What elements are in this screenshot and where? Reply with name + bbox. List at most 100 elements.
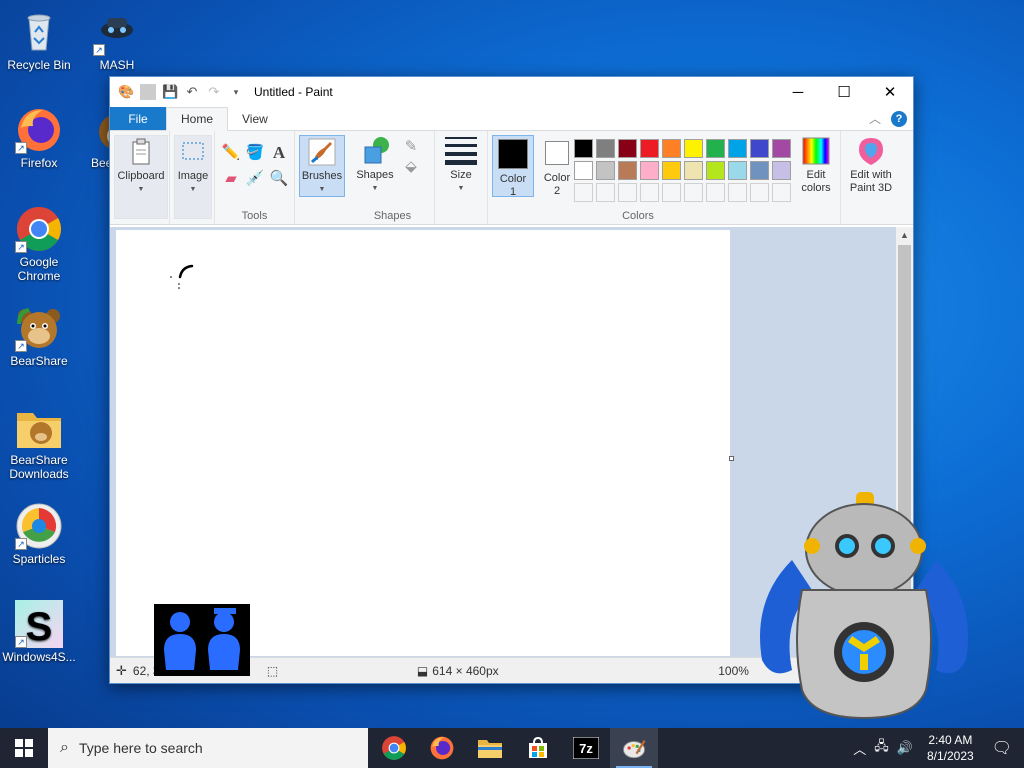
cursor-position-icon: ✛ [116, 662, 127, 678]
color-palette [574, 139, 796, 207]
taskbar-search[interactable]: ⌕ Type here to search [48, 728, 368, 768]
custom-color-slot[interactable] [574, 183, 593, 202]
tab-home[interactable]: Home [166, 107, 229, 131]
tab-file[interactable]: File [110, 107, 166, 130]
save-icon[interactable]: 💾 [162, 84, 178, 100]
custom-color-slot[interactable] [706, 183, 725, 202]
network-icon[interactable]: 🖧 [870, 737, 893, 759]
custom-color-slot[interactable] [750, 183, 769, 202]
magnifier-icon[interactable]: 🔍 [269, 169, 289, 189]
desktop-icon-recycle-bin[interactable]: Recycle Bin [1, 8, 77, 72]
size-button[interactable]: Size ▼ [441, 135, 481, 197]
custom-color-slot[interactable] [618, 183, 637, 202]
desktop-icon-bee[interactable]: Bee [79, 106, 109, 170]
desktop-icon-bearshare-downloads[interactable]: BearShare Downloads [1, 403, 77, 481]
help-icon[interactable]: ? [891, 110, 907, 127]
palette-swatch[interactable] [618, 139, 637, 158]
svg-text:S: S [26, 605, 53, 648]
tab-view[interactable]: View [228, 107, 282, 130]
desktop-icon-label: BearShare [10, 354, 68, 368]
drawing-canvas[interactable] [116, 230, 730, 656]
desktop-icon-firefox[interactable]: ↗ Firefox [1, 106, 77, 170]
show-hidden-icons[interactable]: ︿ [849, 739, 870, 758]
shapes-label: Shapes [356, 169, 394, 181]
palette-swatch[interactable] [728, 139, 747, 158]
image-button[interactable]: Image ▼ [174, 135, 212, 219]
desktop-icon-sparticles[interactable]: ↗ Sparticles [1, 502, 77, 566]
redo-icon[interactable]: ↷ [206, 84, 222, 100]
palette-swatch[interactable] [596, 139, 615, 158]
text-icon[interactable]: A [269, 143, 289, 163]
palette-swatch[interactable] [596, 161, 615, 180]
undo-icon[interactable]: ↶ [184, 84, 200, 100]
color2-button[interactable]: Color 2 [536, 135, 578, 197]
paint-app-icon[interactable]: 🎨 [118, 84, 134, 100]
taskbar-firefox[interactable] [418, 728, 466, 768]
color-picker-icon[interactable]: 💉 [245, 169, 265, 189]
fill-icon[interactable]: 🪣 [245, 143, 265, 163]
color1-button[interactable]: Color 1 [492, 135, 534, 198]
palette-swatch[interactable] [772, 139, 791, 158]
palette-swatch[interactable] [706, 161, 725, 180]
shapes-button[interactable]: Shapes ▼ [355, 135, 395, 197]
desktop-icon-windows4s[interactable]: S ↗ Windows4S... [1, 600, 77, 664]
close-button[interactable]: ✕ [867, 77, 913, 107]
canvas-size-icon: ⬓ [416, 663, 429, 678]
palette-swatch[interactable] [640, 161, 659, 180]
custom-color-slot[interactable] [640, 183, 659, 202]
clock[interactable]: 2:40 AM 8/1/2023 [917, 732, 984, 764]
custom-color-slot[interactable] [596, 183, 615, 202]
edit-colors-label-a: Edit [806, 169, 826, 181]
palette-swatch[interactable] [662, 139, 681, 158]
minimize-button[interactable]: ─ [775, 77, 821, 107]
customize-qat-icon[interactable]: ▾ [228, 84, 244, 100]
taskbar-chrome[interactable] [370, 728, 418, 768]
palette-swatch[interactable] [772, 161, 791, 180]
taskbar-paint[interactable] [610, 728, 658, 768]
shape-fill-icon[interactable]: ⬙ [401, 157, 421, 177]
pencil-icon[interactable]: ✏️ [221, 143, 241, 163]
palette-swatch[interactable] [728, 161, 747, 180]
palette-swatch[interactable] [684, 161, 703, 180]
taskbar-store[interactable] [514, 728, 562, 768]
ribbon-tabs: File Home View ︿ ? [110, 107, 913, 131]
palette-swatch[interactable] [750, 161, 769, 180]
paint3d-label-a: Edit with [850, 169, 892, 181]
custom-color-slot[interactable] [662, 183, 681, 202]
palette-swatch[interactable] [574, 139, 593, 158]
system-tray: ︿ 🖧 🔊 2:40 AM 8/1/2023 🗨 [849, 728, 1024, 768]
desktop-icon-mash[interactable]: ↗ MASH [79, 8, 155, 72]
taskbar-7zip[interactable]: 7z [562, 728, 610, 768]
palette-swatch[interactable] [750, 139, 769, 158]
s-app-icon: S ↗ [15, 600, 63, 649]
edit-with-paint3d-button[interactable]: Edit with Paint 3D [843, 135, 899, 197]
notifications-icon[interactable]: 🗨 [984, 738, 1024, 758]
palette-swatch[interactable] [684, 139, 703, 158]
start-button[interactable] [0, 728, 48, 768]
outline-icon[interactable]: ✎ [401, 137, 421, 157]
desktop-icon-chrome[interactable]: ↗ Google Chrome [1, 205, 77, 283]
desktop-icon-bearshare[interactable]: ↗ BearShare [1, 304, 77, 368]
volume-icon[interactable]: 🔊 [893, 740, 917, 756]
clipboard-label: Clipboard [117, 170, 165, 182]
desktop-icon-label: Recycle Bin [7, 58, 71, 72]
custom-color-slot[interactable] [772, 183, 791, 202]
scroll-up-icon[interactable]: ▲ [896, 227, 913, 244]
desktop-icon-label: Bee [91, 156, 109, 170]
palette-swatch[interactable] [662, 161, 681, 180]
palette-swatch[interactable] [640, 139, 659, 158]
palette-swatch[interactable] [574, 161, 593, 180]
canvas-resize-handle[interactable] [729, 456, 734, 461]
custom-color-slot[interactable] [728, 183, 747, 202]
collapse-ribbon-icon[interactable]: ︿ [869, 110, 881, 127]
brushes-button[interactable]: Brushes ▼ [299, 135, 345, 197]
edit-colors-button[interactable]: Edit colors [794, 135, 838, 197]
eraser-icon[interactable]: ▰ [221, 169, 241, 189]
taskbar-file-explorer[interactable] [466, 728, 514, 768]
palette-swatch[interactable] [618, 161, 637, 180]
palette-swatch[interactable] [706, 139, 725, 158]
maximize-button[interactable]: ☐ [821, 77, 867, 107]
clipboard-button[interactable]: Clipboard ▼ [114, 135, 168, 219]
custom-color-slot[interactable] [684, 183, 703, 202]
shortcut-arrow-icon: ↗ [15, 636, 27, 648]
